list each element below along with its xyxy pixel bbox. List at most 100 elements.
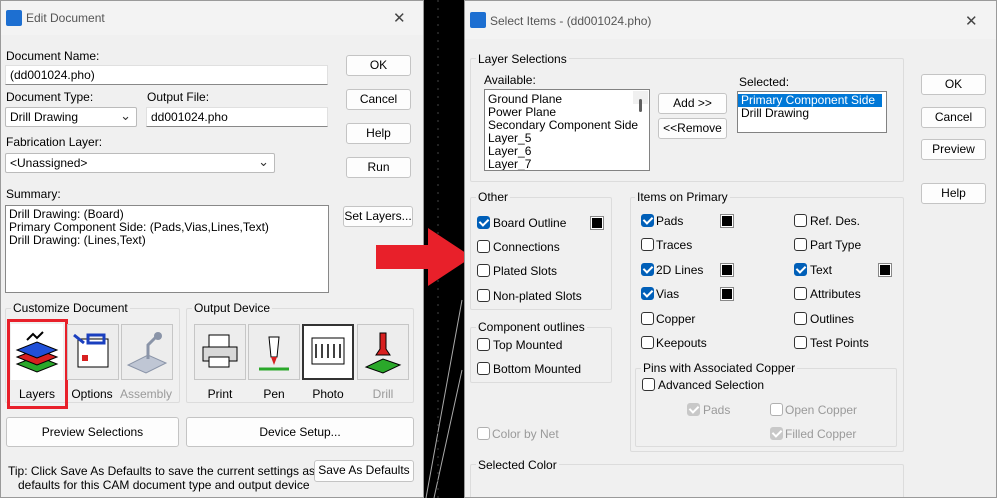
fabrication-layer-label: Fabrication Layer: bbox=[6, 135, 103, 149]
non-plated-slots-label: Non-plated Slots bbox=[493, 289, 582, 303]
2d-lines-checkbox[interactable] bbox=[641, 263, 654, 276]
open-copper-checkbox[interactable] bbox=[770, 403, 783, 416]
ref-des-label: Ref. Des. bbox=[810, 214, 861, 228]
document-name-field[interactable]: (dd001024.pho) bbox=[5, 65, 328, 85]
run-button[interactable]: Run bbox=[346, 157, 411, 178]
pen-tool-button[interactable] bbox=[248, 324, 300, 380]
connections-label: Connections bbox=[493, 240, 560, 254]
app-icon bbox=[6, 10, 22, 26]
text-label: Text bbox=[810, 263, 833, 277]
cancel-button[interactable]: Cancel bbox=[921, 107, 986, 128]
board-outline-checkbox[interactable] bbox=[477, 216, 490, 229]
part-type-checkbox[interactable] bbox=[794, 238, 807, 251]
advanced-selection-label: Advanced Selection bbox=[658, 378, 765, 392]
2d-lines-color-swatch[interactable] bbox=[720, 263, 734, 277]
color-by-net-checkbox[interactable] bbox=[477, 427, 490, 440]
help-button[interactable]: Help bbox=[346, 123, 411, 144]
part-type-label: Part Type bbox=[810, 238, 862, 252]
close-icon[interactable]: ✕ bbox=[393, 9, 406, 27]
list-item[interactable]: Layer_7 bbox=[485, 158, 649, 171]
top-mounted-checkbox[interactable] bbox=[477, 338, 490, 351]
traces-label: Traces bbox=[656, 238, 693, 252]
title-bar: Select Items - (dd001024.pho) ✕ bbox=[465, 1, 996, 39]
filled-copper-checkbox[interactable] bbox=[770, 427, 783, 440]
assembly-label: Assembly bbox=[119, 387, 172, 401]
ok-button[interactable]: OK bbox=[346, 55, 411, 76]
assembly-tool-button[interactable] bbox=[121, 324, 173, 380]
edit-document-dialog: Edit Document ✕ Document Name: (dd001024… bbox=[0, 0, 424, 498]
advanced-selection-checkbox[interactable] bbox=[642, 378, 655, 391]
preview-selections-button[interactable]: Preview Selections bbox=[6, 417, 179, 447]
options-tool-button[interactable] bbox=[67, 324, 119, 380]
board-outline-color-swatch[interactable] bbox=[590, 216, 604, 230]
drill-tool-button[interactable] bbox=[357, 324, 409, 380]
dialog-title: Edit Document bbox=[26, 11, 105, 25]
photo-tool-button[interactable] bbox=[302, 324, 354, 380]
pads-checkbox[interactable] bbox=[641, 214, 654, 227]
app-icon bbox=[470, 12, 486, 28]
fabrication-layer-value: <Unassigned> bbox=[10, 156, 88, 170]
vias-color-swatch[interactable] bbox=[720, 287, 734, 301]
connections-checkbox[interactable] bbox=[477, 240, 490, 253]
bottom-mounted-checkbox[interactable] bbox=[477, 362, 490, 375]
vias-label: Vias bbox=[656, 287, 680, 301]
test-points-checkbox[interactable] bbox=[794, 336, 807, 349]
scroll-thumb[interactable] bbox=[639, 99, 642, 112]
photo-label: Photo bbox=[312, 387, 344, 401]
color-by-net-label: Color by Net bbox=[492, 427, 559, 441]
chevron-down-icon: ⌄ bbox=[120, 108, 131, 123]
close-icon[interactable]: ✕ bbox=[965, 12, 978, 30]
ok-button[interactable]: OK bbox=[921, 74, 986, 95]
remove-button[interactable]: <<Remove bbox=[658, 118, 727, 139]
help-button[interactable]: Help bbox=[921, 183, 986, 204]
cancel-button[interactable]: Cancel bbox=[346, 89, 411, 110]
outlines-checkbox[interactable] bbox=[794, 312, 807, 325]
output-file-label: Output File: bbox=[147, 90, 210, 104]
other-title: Other bbox=[476, 190, 511, 204]
assembly-icon bbox=[126, 332, 168, 374]
ref-des-checkbox[interactable] bbox=[794, 214, 807, 227]
pen-label: Pen bbox=[263, 387, 285, 401]
outlines-label: Outlines bbox=[810, 312, 855, 326]
2d-lines-label: 2D Lines bbox=[656, 263, 704, 277]
document-name-label: Document Name: bbox=[6, 49, 100, 63]
traces-checkbox[interactable] bbox=[641, 238, 654, 251]
available-list[interactable]: Ground Plane Power Plane Secondary Compo… bbox=[484, 89, 650, 171]
attributes-checkbox[interactable] bbox=[794, 287, 807, 300]
pins-pads-checkbox[interactable] bbox=[687, 403, 700, 416]
output-file-field[interactable]: dd001024.pho bbox=[146, 107, 328, 127]
pins-pads-label: Pads bbox=[703, 403, 731, 417]
title-bar: Edit Document ✕ bbox=[1, 1, 423, 35]
open-copper-label: Open Copper bbox=[785, 403, 858, 417]
set-layers-button[interactable]: Set Layers... bbox=[343, 206, 413, 227]
options-label: Options bbox=[71, 387, 113, 401]
vias-checkbox[interactable] bbox=[641, 287, 654, 300]
board-outline-label: Board Outline bbox=[493, 216, 567, 230]
print-tool-button[interactable] bbox=[194, 324, 246, 380]
preview-button[interactable]: Preview bbox=[921, 139, 986, 160]
device-setup-button[interactable]: Device Setup... bbox=[186, 417, 414, 447]
keepouts-checkbox[interactable] bbox=[641, 336, 654, 349]
dialog-title: Select Items - (dd001024.pho) bbox=[490, 14, 652, 28]
fabrication-layer-select[interactable]: <Unassigned> ⌄ bbox=[5, 153, 275, 173]
drill-icon bbox=[364, 332, 402, 374]
copper-checkbox[interactable] bbox=[641, 312, 654, 325]
photo-icon bbox=[311, 337, 345, 365]
list-item[interactable]: Drill Drawing bbox=[738, 107, 886, 120]
add-button[interactable]: Add >> bbox=[658, 93, 727, 114]
red-arrow bbox=[376, 228, 472, 286]
available-scrollbar[interactable] bbox=[633, 91, 648, 112]
document-type-select[interactable]: Drill Drawing ⌄ bbox=[5, 107, 137, 127]
plated-slots-checkbox[interactable] bbox=[477, 264, 490, 277]
non-plated-slots-checkbox[interactable] bbox=[477, 289, 490, 302]
selected-list[interactable]: Primary Component Side Drill Drawing bbox=[737, 91, 887, 133]
pads-color-swatch[interactable] bbox=[720, 214, 734, 228]
customize-document-title: Customize Document bbox=[11, 301, 130, 315]
keepouts-label: Keepouts bbox=[656, 336, 707, 350]
summary-box[interactable]: Drill Drawing: (Board) Primary Component… bbox=[5, 205, 329, 293]
save-as-defaults-button[interactable]: Save As Defaults bbox=[314, 460, 414, 482]
layer-selections-title: Layer Selections bbox=[476, 52, 569, 66]
text-color-swatch[interactable] bbox=[878, 263, 892, 277]
text-checkbox[interactable] bbox=[794, 263, 807, 276]
select-items-dialog: Select Items - (dd001024.pho) ✕ Layer Se… bbox=[464, 0, 997, 498]
